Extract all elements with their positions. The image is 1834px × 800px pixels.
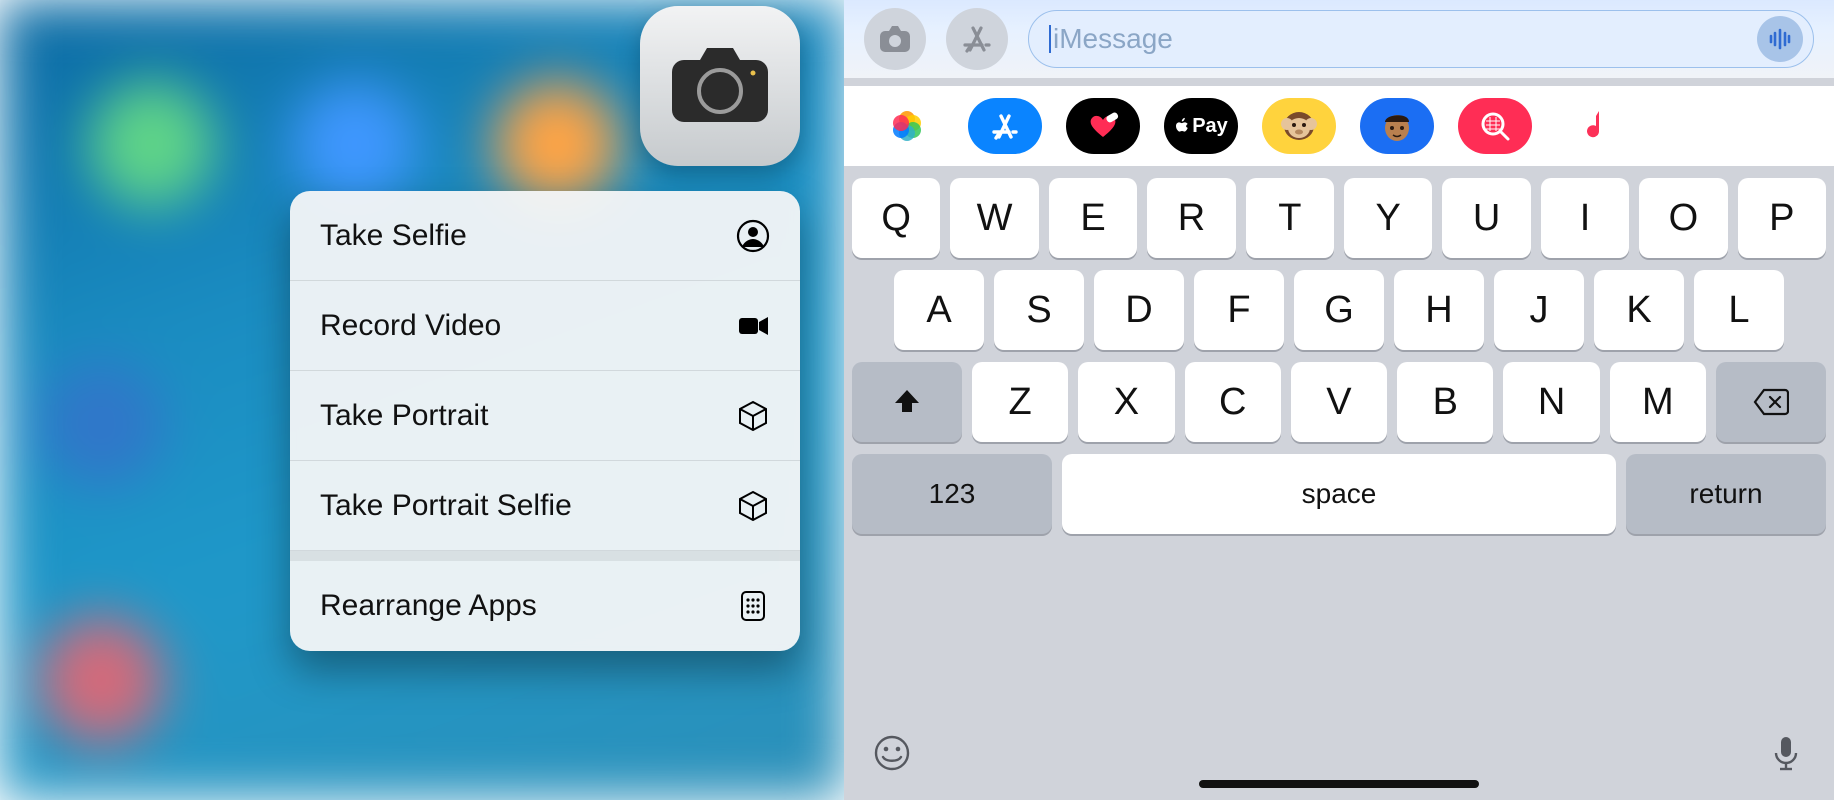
key-l[interactable]: L	[1694, 270, 1784, 350]
key-q[interactable]: Q	[852, 178, 940, 258]
menu-item-label: Rearrange Apps	[320, 589, 537, 623]
key-m[interactable]: M	[1610, 362, 1706, 442]
appstore-icon	[987, 108, 1023, 144]
quick-action-menu: Take Selfie Record Video Take Portrait T…	[290, 191, 800, 651]
key-t[interactable]: T	[1246, 178, 1334, 258]
waveform-icon	[1767, 26, 1793, 52]
key-c[interactable]: C	[1185, 362, 1281, 442]
camera-icon	[877, 21, 913, 57]
key-r[interactable]: R	[1147, 178, 1235, 258]
key-backspace[interactable]	[1716, 362, 1826, 442]
appstore-icon	[959, 21, 995, 57]
key-g[interactable]: G	[1294, 270, 1384, 350]
key-f[interactable]: F	[1194, 270, 1284, 350]
key-p[interactable]: P	[1738, 178, 1826, 258]
cube-icon	[736, 489, 770, 523]
key-e[interactable]: E	[1049, 178, 1137, 258]
key-n[interactable]: N	[1503, 362, 1599, 442]
homescreen-quick-actions: Take Selfie Record Video Take Portrait T…	[0, 0, 844, 800]
menu-separator	[290, 551, 800, 561]
app-pill-memoji[interactable]	[1360, 98, 1434, 154]
keyboard-row-4: 123 space return	[844, 442, 1834, 534]
key-shift[interactable]	[852, 362, 962, 442]
camera-app-icon[interactable]	[640, 6, 800, 166]
key-o[interactable]: O	[1639, 178, 1727, 258]
menu-item-label: Record Video	[320, 309, 501, 343]
image-search-icon	[1478, 109, 1512, 143]
emoji-smile-icon	[872, 733, 912, 773]
menu-item-take-selfie[interactable]: Take Selfie	[290, 191, 800, 281]
key-v[interactable]: V	[1291, 362, 1387, 442]
camera-icon	[670, 46, 770, 126]
backspace-icon	[1753, 388, 1789, 416]
compose-appstore-button[interactable]	[946, 8, 1008, 70]
apple-logo-icon	[1174, 116, 1190, 136]
memoji-icon	[1375, 104, 1419, 148]
key-d[interactable]: D	[1094, 270, 1184, 350]
key-k[interactable]: K	[1594, 270, 1684, 350]
keyboard: Q W E R T Y U I O P A S D F G H J K L Z	[844, 166, 1834, 800]
app-pill-animoji[interactable]	[1262, 98, 1336, 154]
photos-icon	[890, 109, 924, 143]
keyboard-row-3: Z X C V B N M	[844, 350, 1834, 442]
video-camera-icon	[736, 309, 770, 343]
home-indicator[interactable]	[1199, 780, 1479, 788]
imessage-app-strip[interactable]: Pay	[844, 86, 1834, 166]
key-h[interactable]: H	[1394, 270, 1484, 350]
music-note-icon	[1580, 108, 1606, 144]
key-s[interactable]: S	[994, 270, 1084, 350]
compose-camera-button[interactable]	[864, 8, 926, 70]
key-j[interactable]: J	[1494, 270, 1584, 350]
animoji-monkey-icon	[1277, 104, 1321, 148]
shift-icon	[892, 387, 922, 417]
key-x[interactable]: X	[1078, 362, 1174, 442]
menu-item-label: Take Selfie	[320, 219, 467, 253]
keyboard-row-1: Q W E R T Y U I O P	[844, 166, 1834, 258]
cube-icon	[736, 399, 770, 433]
messages-keyboard-view: iMessage Pay	[844, 0, 1834, 800]
dictation-button[interactable]	[1766, 733, 1806, 778]
app-pill-photos[interactable]	[870, 98, 944, 154]
app-pill-applepay[interactable]: Pay	[1164, 98, 1238, 154]
key-z[interactable]: Z	[972, 362, 1068, 442]
app-pill-appstore[interactable]	[968, 98, 1042, 154]
person-circle-icon	[736, 219, 770, 253]
menu-item-label: Take Portrait Selfie	[320, 489, 572, 523]
app-pill-music[interactable]	[1556, 98, 1630, 154]
message-placeholder: iMessage	[1053, 23, 1173, 55]
app-pill-fitness[interactable]	[1066, 98, 1140, 154]
key-i[interactable]: I	[1541, 178, 1629, 258]
voice-message-button[interactable]	[1757, 16, 1803, 62]
menu-item-record-video[interactable]: Record Video	[290, 281, 800, 371]
key-b[interactable]: B	[1397, 362, 1493, 442]
key-w[interactable]: W	[950, 178, 1038, 258]
menu-item-label: Take Portrait	[320, 399, 488, 433]
key-numbers[interactable]: 123	[852, 454, 1052, 534]
applepay-label: Pay	[1192, 115, 1228, 138]
menu-item-rearrange-apps[interactable]: Rearrange Apps	[290, 561, 800, 651]
key-return[interactable]: return	[1626, 454, 1826, 534]
key-u[interactable]: U	[1442, 178, 1530, 258]
heart-icon	[1084, 111, 1122, 141]
key-space[interactable]: space	[1062, 454, 1616, 534]
compose-bar: iMessage	[844, 0, 1834, 78]
key-y[interactable]: Y	[1344, 178, 1432, 258]
microphone-icon	[1766, 733, 1806, 773]
apps-grid-icon	[736, 589, 770, 623]
message-input[interactable]: iMessage	[1028, 10, 1814, 68]
menu-item-take-portrait[interactable]: Take Portrait	[290, 371, 800, 461]
keyboard-row-2: A S D F G H J K L	[844, 258, 1834, 350]
menu-item-take-portrait-selfie[interactable]: Take Portrait Selfie	[290, 461, 800, 551]
app-pill-search[interactable]	[1458, 98, 1532, 154]
text-caret	[1049, 25, 1051, 53]
emoji-keyboard-button[interactable]	[872, 733, 912, 778]
key-a[interactable]: A	[894, 270, 984, 350]
